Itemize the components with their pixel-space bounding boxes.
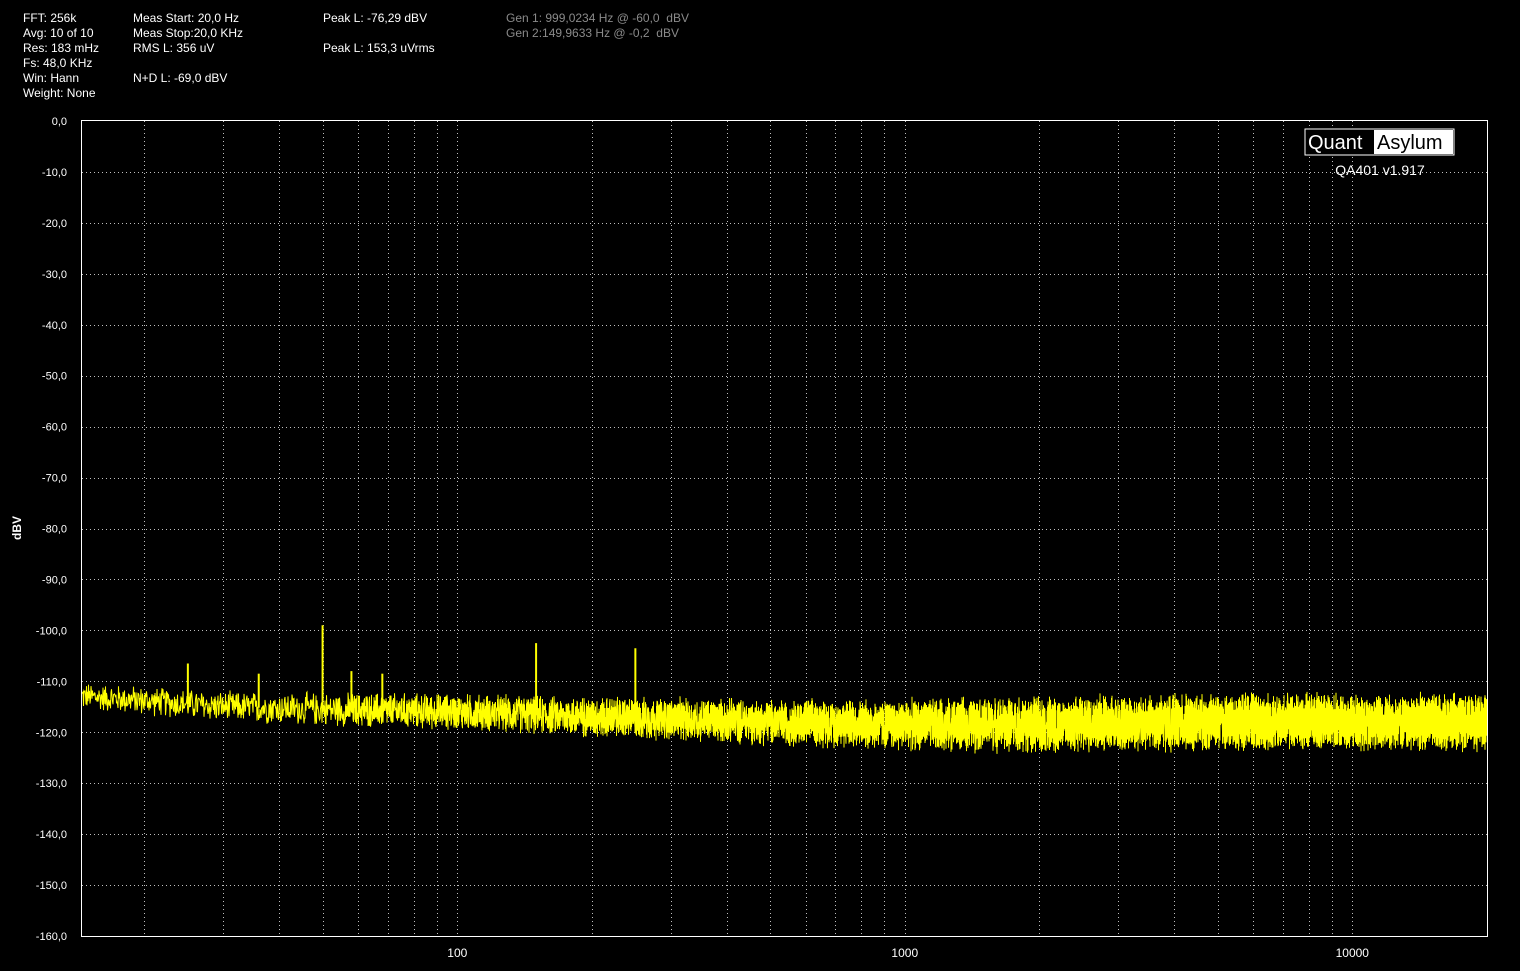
y-tick-label: -80,0 <box>42 524 67 536</box>
x-tick-label: 100 <box>447 946 467 960</box>
y-tick-labels: 0,0 -10,0 -20,0 -30,0 -40,0 -50,0 -60,0 -70,0 -8… <box>36 116 67 943</box>
y-tick-label: -20,0 <box>42 218 67 230</box>
quantasylum-logo: Quant Asylum QA401 v1.917 <box>1304 128 1455 178</box>
logo-asylum: Asylum <box>1377 132 1443 154</box>
y-tick-label: -90,0 <box>42 574 67 586</box>
plot-frame <box>81 120 1488 937</box>
y-tick-label: -40,0 <box>42 320 67 332</box>
y-tick-label: 0,0 <box>52 116 67 128</box>
x-tick-label: 10000 <box>1336 946 1370 960</box>
y-tick-label: -100,0 <box>36 625 67 637</box>
trace-layer <box>81 625 1488 754</box>
x-tick-labels: 100 1000 10000 <box>447 946 1369 960</box>
y-tick-label: -110,0 <box>37 676 67 688</box>
spectrum-trace <box>81 684 1488 754</box>
y-tick-label: -70,0 <box>42 473 67 485</box>
y-tick-label: -160,0 <box>36 931 67 943</box>
y-axis-label: dBV <box>10 516 24 540</box>
x-tick-label: 1000 <box>891 946 918 960</box>
y-tick-label: -60,0 <box>42 422 67 434</box>
y-tick-label: -150,0 <box>36 880 67 892</box>
version-label: QA401 v1.917 <box>1335 162 1425 178</box>
y-tick-label: -10,0 <box>42 167 67 179</box>
y-tick-label: -30,0 <box>42 269 67 281</box>
y-tick-label: -120,0 <box>36 727 67 739</box>
y-tick-label: -50,0 <box>42 371 67 383</box>
y-tick-label: -140,0 <box>36 829 67 841</box>
grid-layer <box>82 121 1487 936</box>
logo-quant: Quant <box>1308 132 1363 154</box>
spectrum-chart: 0,0 -10,0 -20,0 -30,0 -40,0 -50,0 -60,0 -70,0 -8… <box>10 116 1488 960</box>
y-tick-label: -130,0 <box>36 778 67 790</box>
